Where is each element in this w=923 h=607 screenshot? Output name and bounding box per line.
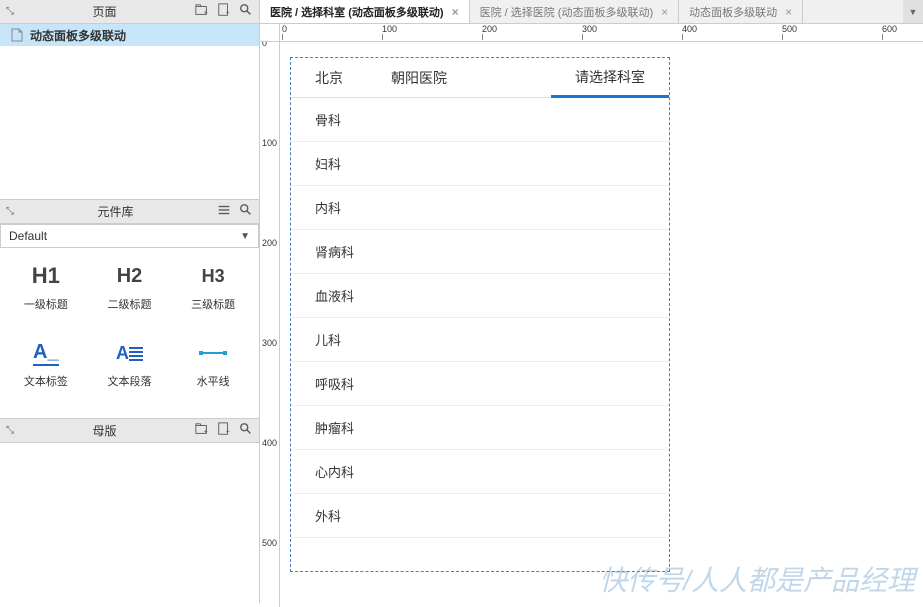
widget-label: 文本标签 bbox=[24, 373, 68, 389]
h3-icon: H3 bbox=[202, 262, 225, 290]
search-icon[interactable] bbox=[239, 422, 253, 439]
widget-text-label[interactable]: A_ 文本标签 bbox=[6, 335, 86, 408]
collapse-icon[interactable]: ⤡ bbox=[6, 425, 14, 436]
widget-h3[interactable]: H3 三级标题 bbox=[173, 258, 253, 331]
pages-panel: ⤡ 页面 + + 动态面板多级联动 bbox=[0, 0, 260, 199]
list-item[interactable]: 呼吸科 bbox=[291, 362, 669, 406]
collapse-icon[interactable]: ⤡ bbox=[6, 206, 14, 217]
document-tab[interactable]: 动态面板多级联动 × bbox=[679, 0, 803, 23]
widget-h2[interactable]: H2 二级标题 bbox=[90, 258, 170, 331]
tab-label: 动态面板多级联动 bbox=[689, 4, 777, 20]
pages-tree: 动态面板多级联动 bbox=[0, 24, 259, 199]
menu-icon[interactable] bbox=[217, 203, 231, 220]
tab-label: 医院 / 选择科室 (动态面板多级联动) bbox=[270, 4, 444, 20]
search-icon[interactable] bbox=[239, 203, 253, 220]
dropdown-value: Default bbox=[9, 229, 47, 243]
breadcrumb-tabs: 北京 朝阳医院 请选择科室 bbox=[291, 58, 669, 98]
h2-icon: H2 bbox=[117, 262, 143, 290]
widgets-grid: H1 一级标题 H2 二级标题 H3 三级标题 A_ 文本标签 A 文本段落 水… bbox=[0, 248, 259, 418]
list-item[interactable]: 肿瘤科 bbox=[291, 406, 669, 450]
pages-panel-title: 页面 bbox=[14, 3, 195, 20]
ruler-horizontal[interactable]: 0100200300400500600 bbox=[280, 24, 923, 42]
ruler-corner bbox=[260, 24, 280, 42]
add-folder-icon[interactable]: + bbox=[195, 422, 209, 439]
document-tab[interactable]: 医院 / 选择医院 (动态面板多级联动) × bbox=[470, 0, 680, 23]
add-page-icon[interactable]: + bbox=[217, 3, 231, 20]
masters-tree bbox=[0, 443, 259, 603]
library-panel-header: ⤡ 元件库 bbox=[0, 200, 259, 224]
pages-panel-header: ⤡ 页面 + + bbox=[0, 0, 259, 24]
svg-text:+: + bbox=[226, 9, 230, 16]
library-dropdown[interactable]: Default ▼ bbox=[0, 224, 259, 248]
widget-label: 三级标题 bbox=[191, 296, 235, 312]
masters-panel-header: ⤡ 母版 + + bbox=[0, 419, 259, 443]
page-tree-item[interactable]: 动态面板多级联动 bbox=[0, 24, 259, 46]
page-icon bbox=[10, 28, 24, 42]
workspace: 0100200300400500600 0100200300400500 北京 … bbox=[260, 24, 923, 607]
canvas-area: 医院 / 选择科室 (动态面板多级联动) × 医院 / 选择医院 (动态面板多级… bbox=[260, 0, 923, 607]
collapse-icon[interactable]: ⤡ bbox=[6, 6, 14, 17]
list-item[interactable]: 心内科 bbox=[291, 450, 669, 494]
svg-text:+: + bbox=[204, 428, 208, 435]
add-folder-icon[interactable]: + bbox=[195, 3, 209, 20]
library-panel-title: 元件库 bbox=[14, 203, 217, 220]
list-item[interactable]: 儿科 bbox=[291, 318, 669, 362]
svg-text:+: + bbox=[226, 428, 230, 435]
chevron-down-icon: ▼ bbox=[240, 231, 250, 242]
close-icon[interactable]: × bbox=[661, 5, 668, 19]
list-item[interactable]: 肾病科 bbox=[291, 230, 669, 274]
list-item[interactable]: 内科 bbox=[291, 186, 669, 230]
widget-text-paragraph[interactable]: A 文本段落 bbox=[90, 335, 170, 408]
search-icon[interactable] bbox=[239, 3, 253, 20]
tab-label: 医院 / 选择医院 (动态面板多级联动) bbox=[480, 4, 654, 20]
horizontal-line-icon bbox=[199, 339, 227, 367]
breadcrumb-tab-department[interactable]: 请选择科室 bbox=[551, 58, 669, 98]
department-list: 骨科妇科内科肾病科血液科儿科呼吸科肿瘤科心内科外科 bbox=[291, 98, 669, 538]
list-item[interactable]: 骨科 bbox=[291, 98, 669, 142]
close-icon[interactable]: × bbox=[452, 5, 459, 19]
widget-horizontal-line[interactable]: 水平线 bbox=[173, 335, 253, 408]
list-item[interactable]: 血液科 bbox=[291, 274, 669, 318]
h1-icon: H1 bbox=[32, 262, 60, 290]
document-tabs: 医院 / 选择科室 (动态面板多级联动) × 医院 / 选择医院 (动态面板多级… bbox=[260, 0, 923, 24]
document-tab[interactable]: 医院 / 选择科室 (动态面板多级联动) × bbox=[260, 0, 470, 23]
widget-label: 文本段落 bbox=[107, 373, 151, 389]
add-master-icon[interactable]: + bbox=[217, 422, 231, 439]
text-label-icon: A_ bbox=[33, 339, 59, 367]
masters-panel-title: 母版 bbox=[14, 422, 195, 439]
list-item[interactable]: 妇科 bbox=[291, 142, 669, 186]
ruler-vertical[interactable]: 0100200300400500 bbox=[260, 42, 280, 607]
masters-panel: ⤡ 母版 + + bbox=[0, 418, 260, 603]
svg-text:+: + bbox=[204, 9, 208, 16]
page-tree-item-label: 动态面板多级联动 bbox=[30, 27, 126, 44]
close-icon[interactable]: × bbox=[785, 5, 792, 19]
list-item[interactable]: 外科 bbox=[291, 494, 669, 538]
breadcrumb-tab-city[interactable]: 北京 bbox=[291, 58, 367, 97]
dynamic-panel[interactable]: 北京 朝阳医院 请选择科室 骨科妇科内科肾病科血液科儿科呼吸科肿瘤科心内科外科 bbox=[290, 57, 670, 572]
widget-h1[interactable]: H1 一级标题 bbox=[6, 258, 86, 331]
widget-label: 一级标题 bbox=[24, 296, 68, 312]
tabs-overflow-button[interactable]: ▼ bbox=[903, 0, 923, 23]
widget-label: 水平线 bbox=[197, 373, 230, 389]
library-panel: ⤡ 元件库 Default ▼ H1 一级标题 H2 二级标题 H3 三级标题 bbox=[0, 199, 260, 418]
breadcrumb-tab-hospital[interactable]: 朝阳医院 bbox=[367, 58, 471, 97]
text-paragraph-icon: A bbox=[116, 339, 143, 367]
widget-label: 二级标题 bbox=[107, 296, 151, 312]
design-canvas[interactable]: 北京 朝阳医院 请选择科室 骨科妇科内科肾病科血液科儿科呼吸科肿瘤科心内科外科 bbox=[280, 42, 923, 607]
